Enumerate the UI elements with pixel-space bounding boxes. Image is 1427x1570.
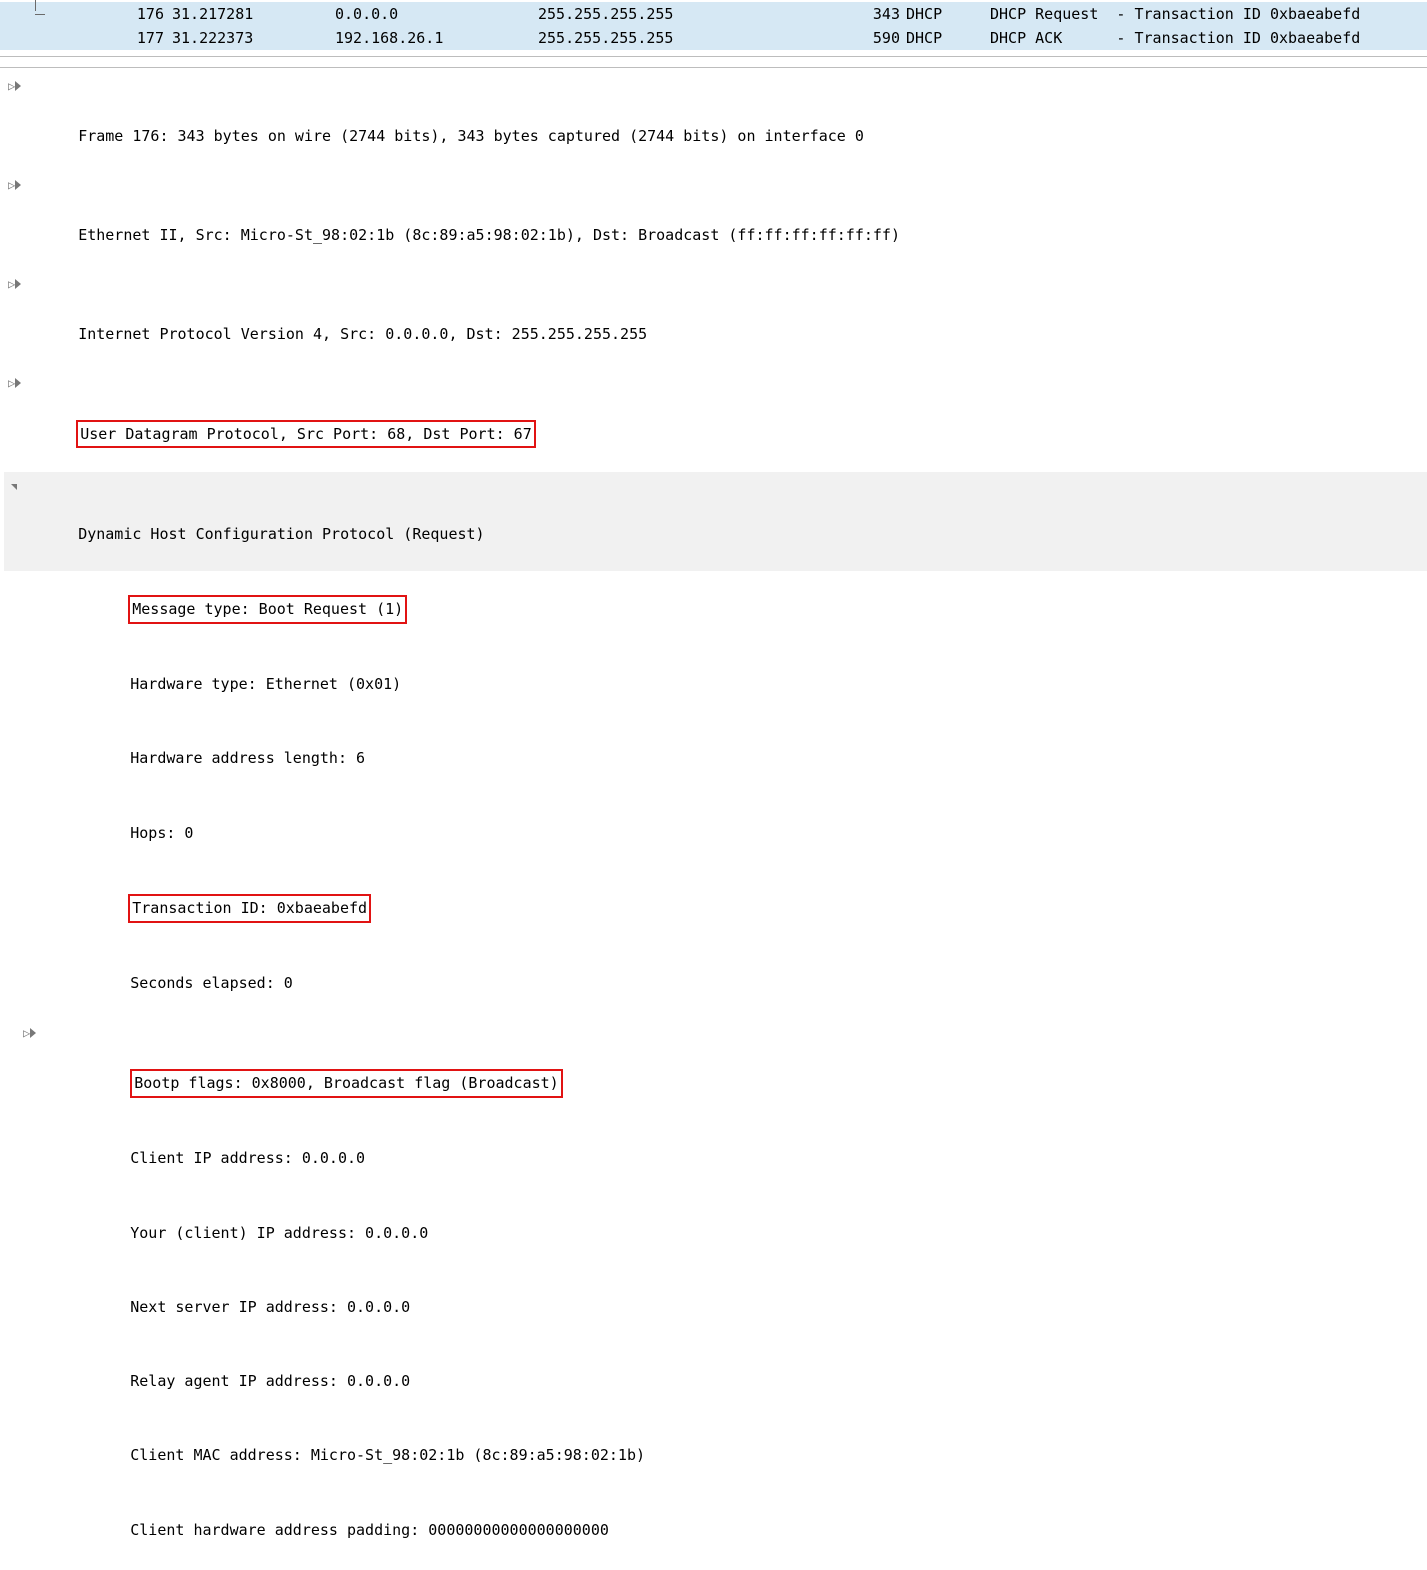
col-info: DHCP ACK - Transaction ID 0xbaeabefd [984,26,1427,51]
dhcp-hops[interactable]: Hops: 0 [38,796,1427,870]
dhcp-client-ip[interactable]: Client IP address: 0.0.0.0 [38,1122,1427,1196]
dhcp-hardware-type[interactable]: Hardware type: Ethernet (0x01) [38,647,1427,721]
detail-dhcp-children: Message type: Boot Request (1) Hardware … [4,571,1427,1570]
packet-row[interactable]: 177 31.222373 192.168.26.1 255.255.255.2… [0,26,1427,50]
field-value: Hardware type: Ethernet (0x01) [130,675,401,693]
expand-toggle-icon[interactable] [8,74,20,99]
packet-details-pane[interactable]: Frame 176: 343 bytes on wire (2744 bits)… [0,67,1427,1570]
field-value: Bootp flags: 0x8000, Broadcast flag (Bro… [130,1069,562,1098]
packet-list-pane[interactable]: 176 31.217281 0.0.0.0 255.255.255.255 34… [0,0,1427,57]
field-value: Message type: Boot Request (1) [128,595,407,624]
dhcp-hw-padding[interactable]: Client hardware address padding: 0000000… [38,1493,1427,1567]
col-length: 343 [838,2,900,27]
dhcp-seconds[interactable]: Seconds elapsed: 0 [38,946,1427,1020]
col-dest: 255.255.255.255 [530,26,838,51]
field-value: Relay agent IP address: 0.0.0.0 [130,1372,410,1390]
detail-frame[interactable]: Frame 176: 343 bytes on wire (2744 bits)… [4,74,1427,173]
dhcp-bootp-flags[interactable]: Bootp flags: 0x8000, Broadcast flag (Bro… [38,1021,1427,1122]
detail-ip[interactable]: Internet Protocol Version 4, Src: 0.0.0.… [4,272,1427,371]
detail-label: User Datagram Protocol, Src Port: 68, Ds… [76,420,536,449]
dhcp-your-ip[interactable]: Your (client) IP address: 0.0.0.0 [38,1196,1427,1270]
expand-toggle-icon[interactable] [8,472,20,497]
field-value: Transaction ID: 0xbaeabefd [128,894,371,923]
field-value: Next server IP address: 0.0.0.0 [130,1298,410,1316]
detail-label: Frame 176: 343 bytes on wire (2744 bits)… [78,127,864,145]
col-dest: 255.255.255.255 [530,2,838,27]
col-no: 176 [0,2,164,27]
col-protocol: DHCP [900,26,984,51]
field-value: Client hardware address padding: 0000000… [130,1521,609,1539]
detail-label: Internet Protocol Version 4, Src: 0.0.0.… [78,325,647,343]
field-value: Hardware address length: 6 [130,749,365,767]
dhcp-relay-agent-ip[interactable]: Relay agent IP address: 0.0.0.0 [38,1344,1427,1418]
expand-toggle-icon[interactable] [8,272,20,297]
col-time: 31.217281 [164,2,327,27]
dhcp-message-type[interactable]: Message type: Boot Request (1) [38,571,1427,647]
dhcp-client-mac[interactable]: Client MAC address: Micro-St_98:02:1b (8… [38,1419,1427,1493]
dhcp-server-host-name[interactable]: Server host name not given [38,1567,1427,1570]
dhcp-transaction-id[interactable]: Transaction ID: 0xbaeabefd [38,870,1427,946]
col-source: 0.0.0.0 [327,2,530,27]
col-protocol: DHCP [900,2,984,27]
col-length: 590 [838,26,900,51]
col-no: 177 [0,26,164,51]
detail-dhcp[interactable]: Dynamic Host Configuration Protocol (Req… [4,472,1427,571]
col-info: DHCP Request - Transaction ID 0xbaeabefd [984,2,1427,27]
expand-toggle-icon[interactable] [8,173,20,198]
detail-label: Ethernet II, Src: Micro-St_98:02:1b (8c:… [78,226,900,244]
detail-ethernet[interactable]: Ethernet II, Src: Micro-St_98:02:1b (8c:… [4,173,1427,272]
detail-label: Dynamic Host Configuration Protocol (Req… [78,525,484,543]
field-value: Seconds elapsed: 0 [130,974,293,992]
packet-row[interactable]: 176 31.217281 0.0.0.0 255.255.255.255 34… [0,2,1427,26]
pane-separator[interactable] [0,57,1427,67]
dhcp-next-server-ip[interactable]: Next server IP address: 0.0.0.0 [38,1270,1427,1344]
field-value: Your (client) IP address: 0.0.0.0 [130,1224,428,1242]
field-value: Client MAC address: Micro-St_98:02:1b (8… [130,1446,645,1464]
expand-toggle-icon[interactable] [8,371,20,396]
detail-udp[interactable]: User Datagram Protocol, Src Port: 68, Ds… [4,371,1427,472]
field-value: Client IP address: 0.0.0.0 [130,1149,365,1167]
field-value: Hops: 0 [130,824,193,842]
col-time: 31.222373 [164,26,327,51]
col-source: 192.168.26.1 [327,26,530,51]
expand-toggle-icon[interactable] [23,1021,35,1046]
